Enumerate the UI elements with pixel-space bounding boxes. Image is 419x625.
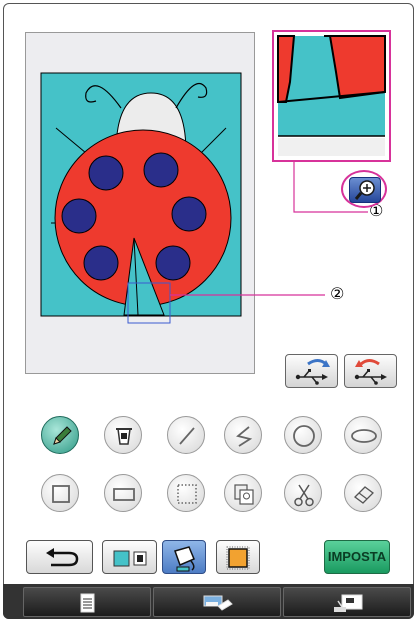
spot-6 [155, 245, 191, 281]
select-area-tool[interactable] [167, 474, 205, 512]
callout-2: ② [330, 284, 345, 303]
copy-tool[interactable] [224, 474, 262, 512]
tab-sewing-machine[interactable] [283, 587, 411, 617]
spot-3 [61, 198, 97, 234]
line-tool[interactable] [167, 416, 205, 454]
usb-export-icon [354, 359, 387, 385]
sewing-machine-icon [334, 594, 363, 612]
rectangle-icon [113, 488, 135, 501]
circle-tool[interactable] [284, 416, 322, 454]
polyline-icon [236, 426, 253, 447]
square-icon [52, 485, 70, 503]
usb-import-button[interactable] [285, 354, 338, 388]
copy-icon [234, 484, 254, 505]
paint-bucket-icon [116, 428, 132, 445]
circle-icon [293, 425, 315, 447]
brush-eraser-icon [203, 595, 233, 611]
ladybug-drawing [40, 72, 242, 324]
fill-tool[interactable] [104, 416, 142, 454]
spot-4 [171, 196, 207, 232]
tab-brush-eraser[interactable] [153, 587, 281, 617]
rectangle-tool[interactable] [104, 474, 142, 512]
zoom-button[interactable] [341, 170, 387, 208]
color-swatch-icon [113, 550, 147, 567]
document-icon [80, 593, 95, 613]
zoom-preview [272, 30, 391, 162]
tab-document[interactable] [23, 587, 151, 617]
spot-2 [143, 152, 179, 188]
usb-import-icon [295, 359, 330, 385]
imposta-button[interactable]: IMPOSTA [324, 540, 390, 574]
scissors-icon [294, 484, 314, 507]
pencil-icon [53, 426, 72, 445]
orange-square-icon [226, 546, 250, 570]
spot-1 [88, 155, 124, 191]
line-color-button[interactable] [102, 540, 157, 574]
ellipse-tool[interactable] [344, 416, 382, 454]
eraser-tool[interactable] [344, 474, 382, 512]
spot-5 [83, 245, 119, 281]
paint-bucket-color-icon [174, 546, 195, 572]
eraser-icon [354, 486, 374, 504]
usb-export-button[interactable] [344, 354, 397, 388]
polyline-tool[interactable] [224, 416, 262, 454]
pencil-tool[interactable] [41, 416, 79, 454]
drawing-canvas[interactable] [25, 32, 255, 374]
magnifier-plus-icon [349, 177, 381, 203]
cut-tool[interactable] [284, 474, 322, 512]
undo-arrow-icon [46, 548, 79, 567]
zoom-preview-image [274, 32, 389, 160]
pattern-button[interactable] [216, 540, 260, 574]
fill-color-button[interactable] [162, 540, 206, 574]
square-tool[interactable] [41, 474, 79, 512]
dotted-selection-icon [177, 484, 197, 504]
line-icon [179, 427, 195, 445]
ellipse-icon [351, 429, 377, 443]
undo-button[interactable] [26, 540, 93, 574]
